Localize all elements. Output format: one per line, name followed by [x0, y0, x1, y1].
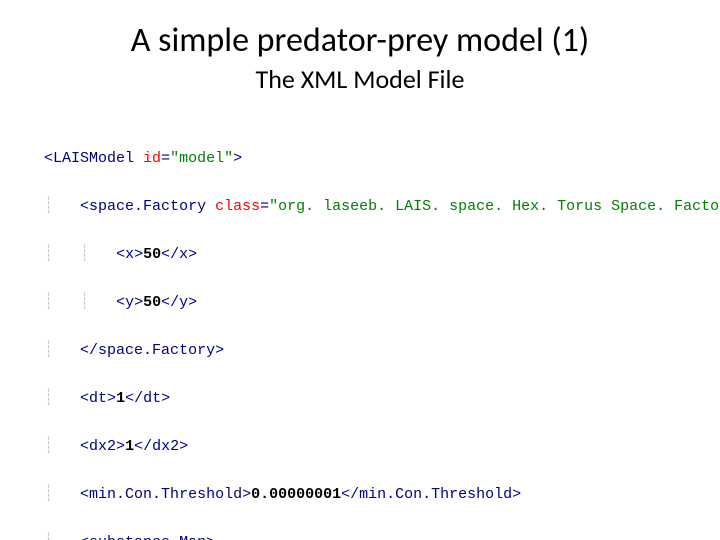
indent-guide: ┊ — [44, 387, 80, 411]
xml-attr-name: class — [215, 198, 260, 215]
indent-guide: ┊ — [44, 531, 80, 540]
xml-tag: </space.Factory> — [80, 342, 224, 359]
xml-tag: </dt> — [125, 390, 170, 407]
slide-subtitle: The XML Model File — [40, 63, 680, 95]
xml-tag: <x> — [116, 246, 143, 263]
xml-text: 1 — [125, 438, 134, 455]
xml-eq: = — [260, 198, 269, 215]
indent-guide: ┊ — [44, 435, 80, 459]
code-line: ┊ ┊ <x>50</x> — [44, 243, 680, 267]
xml-code-block: <LAISModel id="model"> ┊ <space.Factory … — [44, 123, 680, 540]
xml-tag: </min.Con.Threshold> — [341, 486, 521, 503]
xml-tag: <LAISModel — [44, 150, 143, 167]
code-line: ┊ <dt>1</dt> — [44, 387, 680, 411]
xml-tag: <y> — [116, 294, 143, 311]
xml-tag: </dx2> — [134, 438, 188, 455]
xml-eq: = — [161, 150, 170, 167]
xml-tag: <dt> — [80, 390, 116, 407]
code-line: ┊ ┊ <y>50</y> — [44, 291, 680, 315]
xml-tag: </y> — [161, 294, 197, 311]
xml-text: 50 — [143, 294, 161, 311]
xml-attr-value: "model" — [170, 150, 233, 167]
code-line: ┊ <min.Con.Threshold>0.00000001</min.Con… — [44, 483, 680, 507]
code-line: <LAISModel id="model"> — [44, 147, 680, 171]
xml-text: 0.00000001 — [251, 486, 341, 503]
xml-tag-close: > — [233, 150, 242, 167]
xml-tag: <space.Factory — [80, 198, 215, 215]
slide: A simple predator-prey model (1) The XML… — [0, 0, 720, 540]
xml-text: 50 — [143, 246, 161, 263]
code-line: ┊ <substance.Man> — [44, 531, 680, 540]
xml-attr-value: "org. laseeb. LAIS. space. Hex. Torus Sp… — [269, 198, 720, 215]
indent-guide: ┊ — [44, 339, 80, 363]
indent-guide: ┊ ┊ — [44, 243, 116, 267]
xml-text: 1 — [116, 390, 125, 407]
indent-guide: ┊ — [44, 483, 80, 507]
xml-attr-name: id — [143, 150, 161, 167]
indent-guide: ┊ — [44, 195, 80, 219]
code-line: ┊ <dx2>1</dx2> — [44, 435, 680, 459]
indent-guide: ┊ ┊ — [44, 291, 116, 315]
code-line: ┊ </space.Factory> — [44, 339, 680, 363]
xml-tag: <dx2> — [80, 438, 125, 455]
xml-tag: <substance.Man> — [80, 534, 215, 540]
code-line: ┊ <space.Factory class="org. laseeb. LAI… — [44, 195, 680, 219]
xml-tag: <min.Con.Threshold> — [80, 486, 251, 503]
slide-title: A simple predator-prey model (1) — [40, 20, 680, 61]
xml-tag: </x> — [161, 246, 197, 263]
